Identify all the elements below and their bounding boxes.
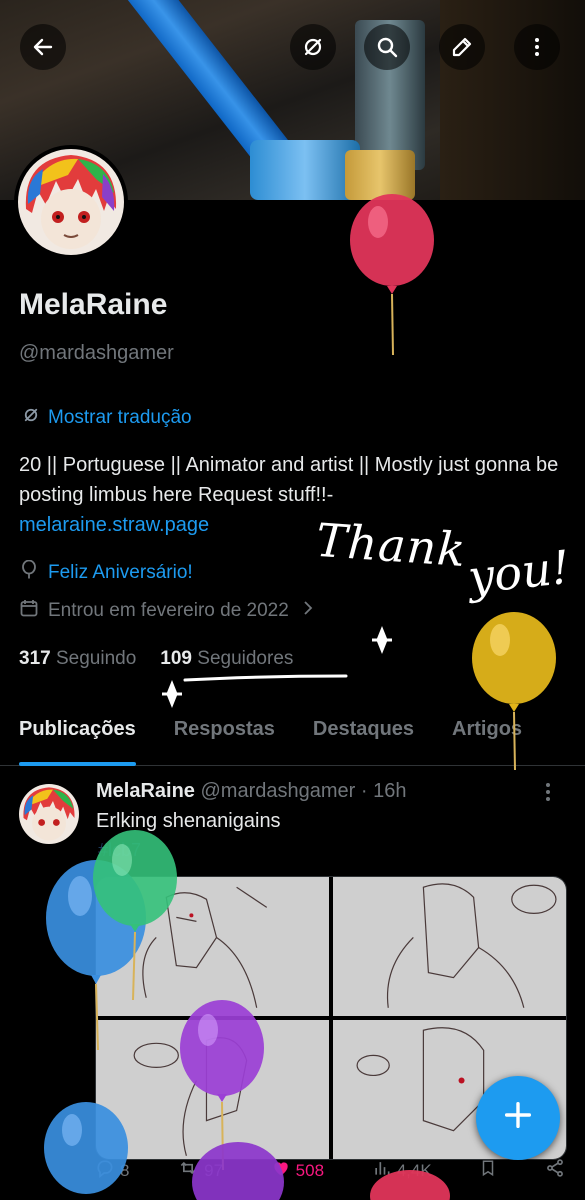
calendar-icon	[20, 599, 38, 623]
post-separator: ·	[360, 780, 368, 802]
media-image-3[interactable]	[96, 1020, 329, 1159]
birthday-row: Feliz Aniversário!	[20, 559, 193, 586]
following-stat[interactable]: 317 Seguindo	[19, 648, 136, 670]
views-button[interactable]: 4,4K	[372, 1158, 432, 1183]
plus-icon	[501, 1093, 535, 1143]
tab-posts[interactable]: Publicações	[0, 700, 155, 766]
reply-count: 8	[120, 1160, 130, 1180]
search-button[interactable]	[364, 24, 410, 70]
profile-name: MelaRaine	[19, 288, 168, 321]
more-vertical-icon	[535, 38, 539, 56]
post-handle: @mardashgamer	[200, 780, 356, 802]
views-count: 4,4K	[396, 1160, 432, 1180]
joined-row[interactable]: Entrou em fevereiro de 2022	[20, 599, 313, 623]
follow-stats: 317 Seguindo 109 Seguidores	[19, 648, 293, 670]
profile-tabs: Publicações Respostas Destaques Artigos	[0, 700, 585, 766]
joined-text: Entrou em fevereiro de 2022	[48, 600, 289, 621]
arrow-left-icon	[33, 38, 53, 56]
post-actions: 8 97 508 4,4K	[95, 1158, 565, 1183]
following-label: Seguindo	[55, 648, 137, 669]
post-time: 16h	[373, 780, 407, 802]
repost-icon	[177, 1158, 199, 1183]
profile-bio: 20 || Portuguese || Animator and artist …	[19, 450, 559, 540]
reply-icon	[95, 1158, 115, 1183]
bookmark-icon	[479, 1158, 497, 1183]
more-button[interactable]	[514, 24, 560, 70]
bio-link[interactable]: melaraine.straw.page	[19, 510, 559, 540]
avatar[interactable]	[14, 145, 128, 259]
tab-replies[interactable]: Respostas	[155, 700, 294, 766]
share-button[interactable]	[545, 1158, 565, 1183]
profile-handle: @mardashgamer	[19, 342, 174, 364]
translate-button[interactable]	[290, 24, 336, 70]
repost-button[interactable]: 97	[177, 1158, 223, 1183]
tab-highlights[interactable]: Destaques	[294, 700, 433, 766]
compose-button[interactable]	[476, 1076, 560, 1160]
you-text: you!	[465, 539, 573, 605]
post-hashtag[interactable]: #lcb7	[98, 840, 141, 861]
balloon-icon	[20, 559, 38, 586]
post-more-icon[interactable]	[545, 782, 551, 808]
birthday-text[interactable]: Feliz Aniversário!	[48, 562, 193, 584]
search-icon	[377, 37, 398, 58]
heart-icon	[271, 1158, 291, 1183]
post-avatar[interactable]	[19, 784, 79, 844]
like-count: 508	[295, 1160, 325, 1180]
show-translation-link[interactable]: Mostrar tradução	[22, 406, 192, 429]
media-image-1[interactable]	[96, 877, 329, 1016]
followers-stat[interactable]: 109 Seguidores	[160, 648, 293, 670]
post-text: Erlking shenanigains	[96, 810, 281, 832]
followers-count: 109	[160, 648, 192, 669]
repost-count: 97	[204, 1160, 224, 1180]
back-button[interactable]	[20, 24, 66, 70]
edit-button[interactable]	[439, 24, 485, 70]
following-count: 317	[19, 648, 51, 669]
media-image-2[interactable]	[333, 877, 566, 1016]
edit-icon	[452, 37, 472, 57]
share-icon	[545, 1158, 565, 1183]
reply-button[interactable]: 8	[95, 1158, 129, 1183]
like-button[interactable]: 508	[271, 1158, 324, 1183]
translate-icon	[22, 406, 40, 429]
post-header: MelaRaine @mardashgamer · 16h	[96, 780, 406, 803]
chevron-right-icon	[303, 600, 313, 622]
followers-label: Seguidores	[197, 648, 294, 669]
tab-articles[interactable]: Artigos	[433, 700, 541, 766]
post-author[interactable]: MelaRaine	[96, 780, 195, 802]
translate-icon	[304, 38, 322, 56]
bio-text: 20 || Portuguese || Animator and artist …	[19, 454, 559, 506]
translate-label: Mostrar tradução	[48, 406, 192, 428]
bookmark-button[interactable]	[479, 1158, 497, 1183]
views-icon	[372, 1158, 392, 1183]
